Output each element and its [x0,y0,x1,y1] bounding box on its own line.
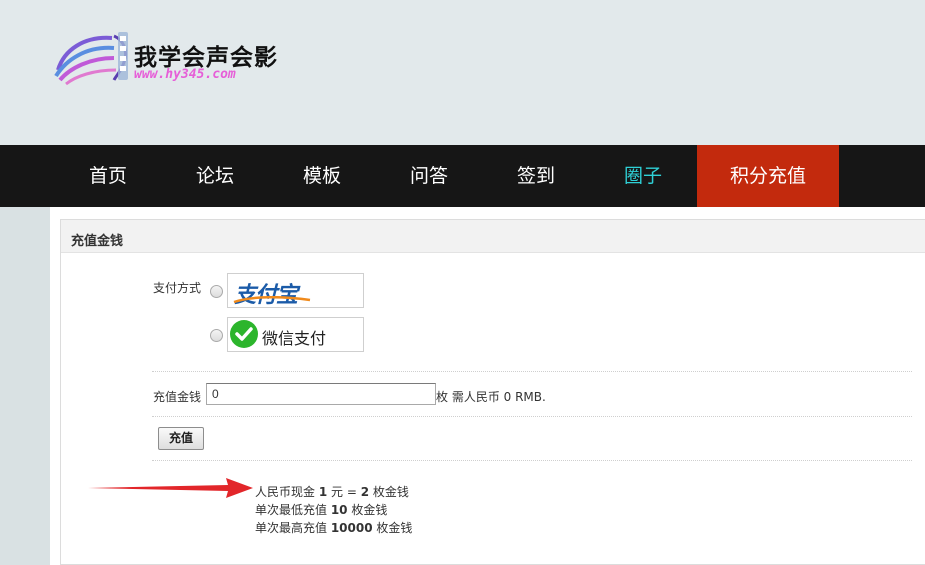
payment-method-label: 支付方式 [153,281,202,295]
amount-suffix: 枚 需人民币 0 RMB. [436,390,546,404]
max-recharge-text: 单次最高充值 10000 枚金钱 [255,521,413,535]
nav-item-templates[interactable]: 模板 [286,145,358,207]
amount-input[interactable] [206,383,436,405]
alipay-radio[interactable] [210,285,223,298]
wechat-pay-icon [230,320,258,348]
site-logo[interactable]: 我学会声会影 www.hy345.com [54,30,284,86]
left-sidebar-strip [0,207,50,565]
wechat-pay-option[interactable]: 微信支付 [227,317,364,352]
panel-header: 充值金钱 [61,220,925,253]
logo-url: www.hy345.com [134,67,236,82]
nav-item-recharge[interactable]: 积分充值 [697,145,839,207]
recharge-button[interactable]: 充值 [158,427,204,450]
main-nav: 首页 论坛 模板 问答 签到 圈子 积分充值 [0,145,925,207]
nav-item-qa[interactable]: 问答 [393,145,465,207]
nav-item-signin[interactable]: 签到 [500,145,572,207]
divider [152,371,912,372]
nav-item-home[interactable]: 首页 [72,145,144,207]
amount-label: 充值金钱 [153,390,202,404]
nav-item-circle[interactable]: 圈子 [607,145,679,207]
divider [152,460,912,461]
logo-face-icon [54,32,128,86]
nav-item-forum[interactable]: 论坛 [179,145,251,207]
min-recharge-text: 单次最低充值 10 枚金钱 [255,503,388,517]
wechat-pay-label: 微信支付 [262,329,327,348]
divider [152,416,912,417]
alipay-option[interactable]: 支付宝 [227,273,364,308]
wechat-pay-radio[interactable] [210,329,223,342]
site-header: 我学会声会影 www.hy345.com [0,0,925,145]
exchange-rate-text: 人民币现金 1 元 = 2 枚金钱 [255,485,409,499]
panel-title: 充值金钱 [71,234,124,249]
red-arrow-annotation [88,478,253,498]
alipay-logo-text: 支付宝 [234,282,298,308]
alipay-swoosh-icon [233,296,311,304]
